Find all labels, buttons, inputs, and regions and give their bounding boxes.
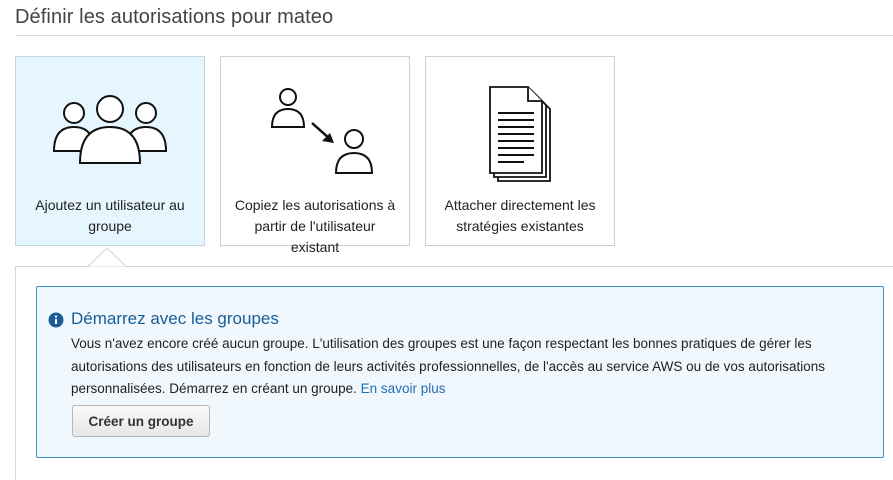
option-copy-permissions[interactable]: Copiez les autorisations à partir de l'u…: [220, 56, 410, 255]
info-body: Vous n'avez encore créé aucun groupe. L'…: [71, 333, 879, 401]
info-icon: [48, 312, 64, 328]
page-title: Définir les autorisations pour mateo: [15, 6, 334, 28]
copy-user-permissions-icon: [270, 88, 374, 174]
option-label: Attacher directement les stratégies exis…: [444, 197, 596, 234]
learn-more-link[interactable]: En savoir plus: [361, 381, 446, 396]
create-group-button[interactable]: Créer un groupe: [72, 405, 210, 437]
info-title: Démarrez avec les groupes: [71, 309, 279, 328]
title-divider: [15, 35, 893, 36]
option-label: Copiez les autorisations à partir de l'u…: [234, 197, 396, 255]
option-add-to-group[interactable]: Ajoutez un utilisateur au groupe: [15, 56, 205, 246]
policy-documents-icon: [489, 86, 551, 182]
option-attach-policies[interactable]: Attacher directement les stratégies exis…: [425, 56, 615, 246]
permissions-page: Définir les autorisations pour mateo Ajo…: [0, 0, 893, 480]
groups-info-box: Démarrez avec les groupes Vous n'avez en…: [36, 286, 884, 458]
option-label: Ajoutez un utilisateur au groupe: [35, 197, 185, 234]
users-group-icon: [52, 95, 168, 164]
info-text: Vous n'avez encore créé aucun groupe. L'…: [71, 336, 825, 396]
